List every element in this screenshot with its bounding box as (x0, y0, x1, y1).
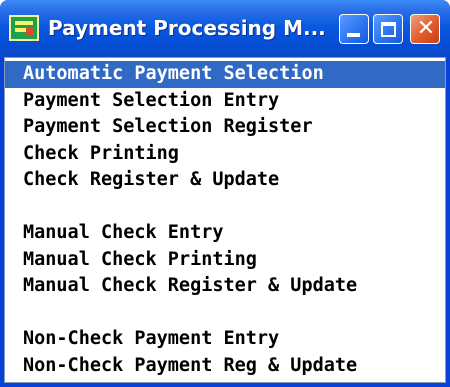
menu-item-non-check-payment-reg-update[interactable]: Non-Check Payment Reg & Update (5, 353, 445, 380)
menu-item-automatic-payment-selection[interactable]: Automatic Payment Selection (5, 61, 445, 88)
menu-item-check-printing[interactable]: Check Printing (5, 141, 445, 168)
minimize-icon (347, 33, 360, 37)
maximize-button[interactable] (373, 14, 403, 44)
menu-item-check-register-update[interactable]: Check Register & Update (5, 167, 445, 194)
menu-list-panel: Automatic Payment Selection Payment Sele… (4, 57, 446, 383)
menu-item-manual-check-register-update[interactable]: Manual Check Register & Update (5, 273, 445, 300)
app-window-icon[interactable] (9, 15, 39, 41)
menu-item-manual-check-printing[interactable]: Manual Check Printing (5, 247, 445, 274)
close-button[interactable]: ✕ (410, 14, 440, 44)
window-title: Payment Processing M... (48, 16, 326, 40)
maximize-icon (381, 22, 396, 37)
title-bar[interactable]: Payment Processing M... ✕ (0, 0, 450, 57)
menu-item-manual-check-entry[interactable]: Manual Check Entry (5, 220, 445, 247)
payment-processing-window: Payment Processing M... ✕ Automatic Paym… (0, 0, 450, 387)
menu-list: Automatic Payment Selection Payment Sele… (5, 61, 445, 379)
menu-item-non-check-payment-entry[interactable]: Non-Check Payment Entry (5, 326, 445, 353)
menu-separator (5, 194, 445, 221)
menu-item-payment-selection-register[interactable]: Payment Selection Register (5, 114, 445, 141)
menu-separator (5, 300, 445, 327)
minimize-button[interactable] (339, 14, 369, 44)
menu-item-payment-selection-entry[interactable]: Payment Selection Entry (5, 88, 445, 115)
close-icon: ✕ (416, 16, 436, 41)
